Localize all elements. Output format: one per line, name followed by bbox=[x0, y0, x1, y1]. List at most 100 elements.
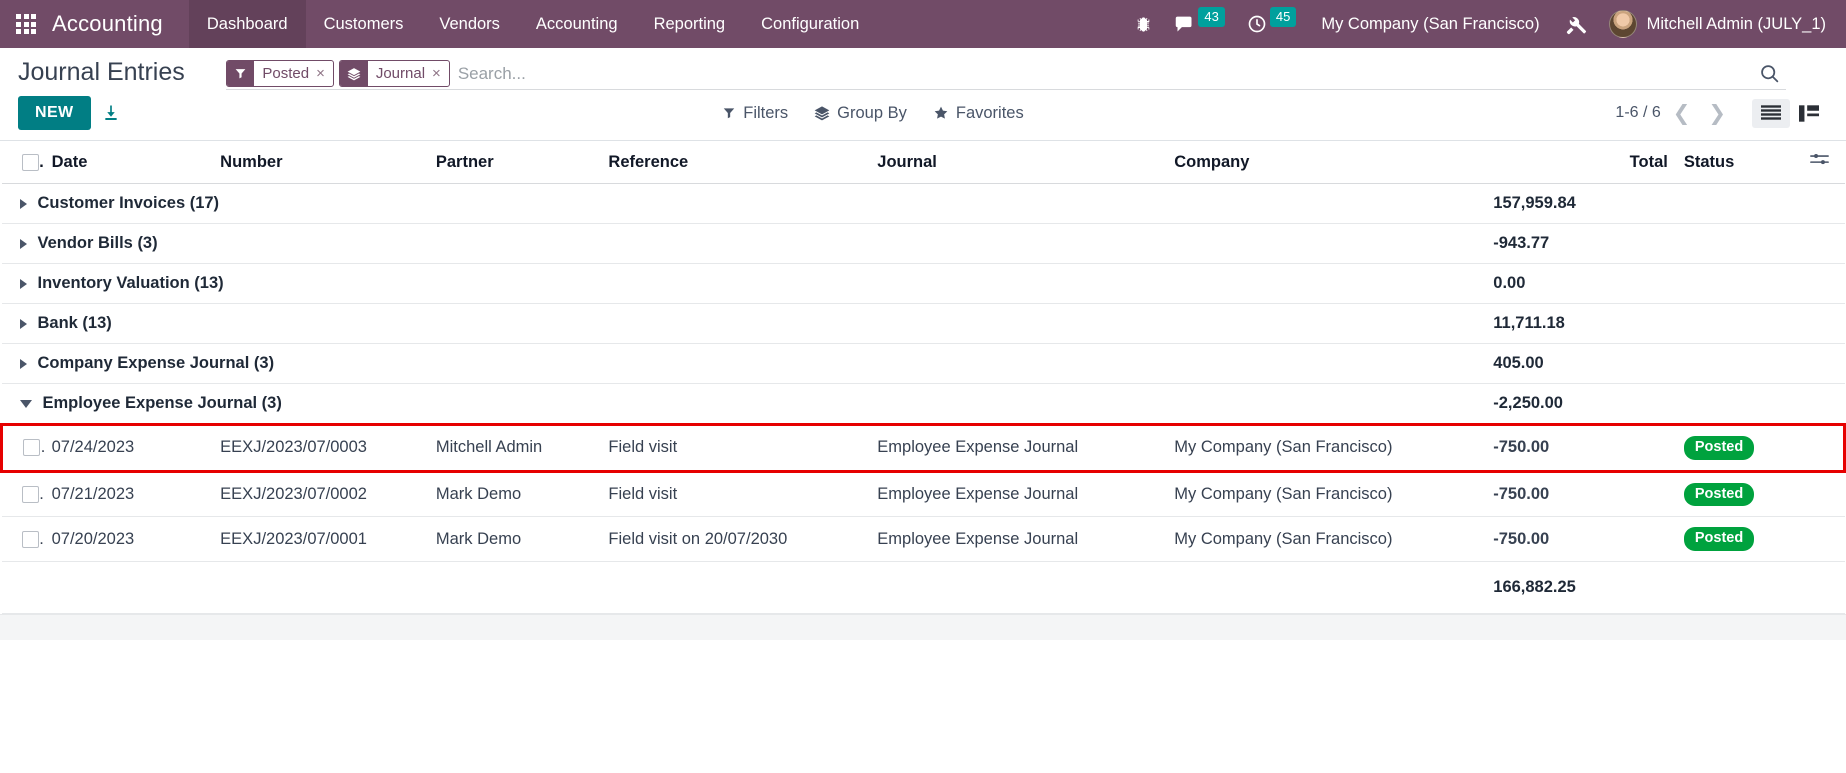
group-label-cell: Customer Invoices (17) bbox=[1, 183, 1486, 224]
menu-reporting[interactable]: Reporting bbox=[636, 0, 744, 48]
activities-count-badge: 45 bbox=[1269, 7, 1297, 27]
group-title: Company Expense Journal (3) bbox=[37, 354, 275, 372]
cell-reference: Field visit on 20/07/2030 bbox=[600, 516, 870, 563]
group-status-cell bbox=[1675, 183, 1795, 224]
avatar bbox=[1608, 10, 1637, 38]
table-row[interactable]: 07/24/2023 EEXJ/2023/07/0003 Mitchell Ad… bbox=[0, 423, 1846, 473]
group-row-customer-invoices[interactable]: Customer Invoices (17) 157,959.84 bbox=[1, 183, 1845, 224]
list-view-icon bbox=[1761, 104, 1781, 120]
cell-total: -750.00 bbox=[1485, 423, 1676, 473]
grand-total-status-cell bbox=[1675, 561, 1795, 615]
grand-total-row: 166,882.25 bbox=[1, 561, 1845, 615]
filters-dropdown[interactable]: Filters bbox=[722, 104, 788, 123]
facet-posted-remove[interactable]: × bbox=[316, 65, 325, 82]
row-checkbox[interactable] bbox=[21, 486, 39, 504]
kanban-view-button[interactable] bbox=[1790, 99, 1828, 128]
tools-icon bbox=[1566, 16, 1586, 34]
user-menu[interactable]: Mitchell Admin (JULY_1) bbox=[1599, 10, 1846, 38]
facet-journal-remove[interactable]: × bbox=[432, 65, 441, 82]
group-row-vendor-bills[interactable]: Vendor Bills (3) -943.77 bbox=[1, 223, 1845, 264]
column-header-partner[interactable]: Partner bbox=[427, 141, 601, 184]
cell-status: Posted bbox=[1675, 423, 1795, 473]
select-all-checkbox[interactable] bbox=[21, 153, 39, 171]
menu-vendors[interactable]: Vendors bbox=[421, 0, 518, 48]
column-header-journal[interactable]: Journal bbox=[869, 141, 1167, 184]
chevron-right-icon[interactable] bbox=[19, 198, 27, 209]
export-button[interactable] bbox=[91, 99, 131, 127]
column-header-number[interactable]: Number bbox=[212, 141, 428, 184]
list-bottom-strip bbox=[0, 614, 1846, 641]
row-checkbox[interactable] bbox=[21, 530, 39, 548]
facet-journal[interactable]: Journal × bbox=[338, 60, 450, 87]
app-brand-accounting[interactable]: Accounting bbox=[52, 11, 189, 37]
page-title: Journal Entries bbox=[18, 58, 185, 86]
cell-number: EEXJ/2023/07/0002 bbox=[212, 471, 428, 518]
breadcrumb: Journal Entries bbox=[18, 58, 185, 87]
menu-accounting[interactable]: Accounting bbox=[518, 0, 636, 48]
chevron-right-icon[interactable] bbox=[19, 238, 27, 249]
settings-sliders-icon bbox=[1809, 154, 1829, 165]
menu-dashboard[interactable]: Dashboard bbox=[188, 0, 306, 48]
group-row-inventory-valuation[interactable]: Inventory Valuation (13) 0.00 bbox=[1, 263, 1845, 304]
group-title: Customer Invoices (17) bbox=[37, 194, 220, 212]
row-select-cell bbox=[1, 516, 44, 563]
searchview-wrapper: Posted × Journal × bbox=[185, 58, 1828, 90]
group-status-cell bbox=[1675, 303, 1795, 344]
activities-menu-button[interactable]: 45 bbox=[1236, 0, 1307, 48]
menu-customers[interactable]: Customers bbox=[306, 0, 422, 48]
company-switcher[interactable]: My Company (San Francisco) bbox=[1307, 15, 1553, 34]
optional-columns-toggle[interactable] bbox=[1794, 141, 1845, 184]
developer-tools-button[interactable] bbox=[1554, 0, 1599, 48]
column-header-total[interactable]: Total bbox=[1485, 141, 1676, 184]
pager-and-views: 1-6 / 6 ❮ ❯ bbox=[1615, 98, 1828, 128]
cell-status: Posted bbox=[1675, 516, 1795, 563]
column-header-reference[interactable]: Reference bbox=[600, 141, 870, 184]
group-status-cell bbox=[1675, 383, 1795, 425]
group-header-customer-invoices: Customer Invoices (17) bbox=[10, 194, 1478, 213]
search-input[interactable] bbox=[449, 61, 1750, 86]
group-total-company-expense-journal: 405.00 bbox=[1485, 343, 1676, 384]
search-icon[interactable] bbox=[1749, 63, 1786, 84]
chevron-right-icon[interactable] bbox=[19, 318, 27, 329]
group-opt-cell bbox=[1794, 343, 1845, 384]
group-label-cell: Company Expense Journal (3) bbox=[1, 343, 1486, 384]
group-label-cell: Inventory Valuation (13) bbox=[1, 263, 1486, 304]
column-header-date[interactable]: Date bbox=[43, 141, 213, 184]
favorites-dropdown[interactable]: Favorites bbox=[933, 104, 1024, 123]
user-name-label: Mitchell Admin (JULY_1) bbox=[1646, 14, 1826, 33]
group-row-company-expense-journal[interactable]: Company Expense Journal (3) 405.00 bbox=[1, 343, 1845, 384]
table-row[interactable]: 07/21/2023 EEXJ/2023/07/0002 Mark Demo F… bbox=[1, 471, 1845, 518]
groupby-dropdown[interactable]: Group By bbox=[814, 104, 907, 123]
group-total-vendor-bills: -943.77 bbox=[1485, 223, 1676, 264]
group-header-company-expense-journal: Company Expense Journal (3) bbox=[10, 354, 1478, 373]
pager-next-button[interactable]: ❯ bbox=[1702, 103, 1732, 124]
new-record-button[interactable]: NEW bbox=[18, 96, 91, 130]
row-checkbox[interactable] bbox=[23, 439, 40, 457]
menu-configuration[interactable]: Configuration bbox=[743, 0, 877, 48]
chevron-down-icon[interactable] bbox=[19, 399, 32, 408]
debug-menu-button[interactable] bbox=[1124, 0, 1163, 48]
column-header-company[interactable]: Company bbox=[1166, 141, 1486, 184]
chevron-right-icon[interactable] bbox=[19, 278, 27, 289]
messages-count-badge: 43 bbox=[1198, 7, 1225, 27]
table-row[interactable]: 07/20/2023 EEXJ/2023/07/0001 Mark Demo F… bbox=[1, 516, 1845, 563]
groupby-label: Group By bbox=[837, 103, 907, 122]
pager-previous-button[interactable]: ❮ bbox=[1667, 103, 1697, 124]
search-dropdowns: Filters Group By Favorites bbox=[131, 104, 1616, 123]
group-opt-cell bbox=[1794, 223, 1845, 264]
download-icon bbox=[104, 105, 117, 120]
group-title: Employee Expense Journal (3) bbox=[42, 394, 282, 412]
facet-posted-text: Posted bbox=[262, 65, 310, 82]
facet-journal-text: Journal bbox=[375, 65, 426, 82]
chevron-right-icon[interactable] bbox=[19, 358, 27, 369]
list-view-button[interactable] bbox=[1752, 98, 1790, 128]
messages-menu-button[interactable]: 43 bbox=[1163, 0, 1235, 48]
group-row-bank[interactable]: Bank (13) 11,711.18 bbox=[1, 303, 1845, 344]
control-panel-bottom-row: NEW Filters Group By Favorites 1-6 / 6 ❮… bbox=[0, 90, 1846, 140]
group-total-inventory-valuation: 0.00 bbox=[1485, 263, 1676, 304]
chat-bubble-icon bbox=[1176, 16, 1192, 31]
group-row-employee-expense-journal[interactable]: Employee Expense Journal (3) -2,250.00 bbox=[1, 383, 1845, 425]
column-header-status[interactable]: Status bbox=[1675, 141, 1795, 184]
facet-posted[interactable]: Posted × bbox=[226, 60, 334, 87]
apps-menu-toggle[interactable] bbox=[0, 0, 52, 48]
